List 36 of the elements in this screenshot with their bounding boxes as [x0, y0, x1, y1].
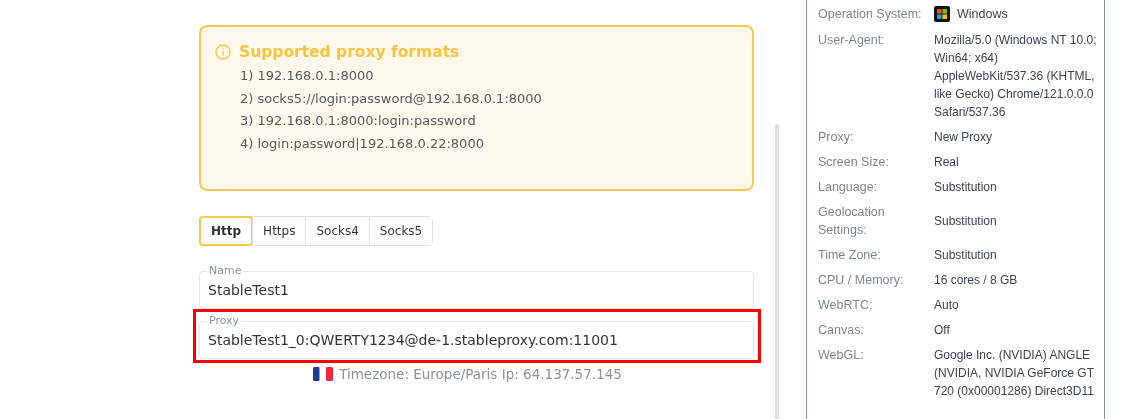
format-example: 1) 192.168.0.1:8000 — [240, 67, 375, 85]
format-example: 2) socks5://login:password@192.168.0.1:8000 — [240, 89, 543, 108]
summary-value: Mozilla/5.0 (Windows NT 10.0; Win64; x64) AppleWebKit/537.36 (KHTML, like Gecko) Chrome/121.0.0.0 Safari/537.36 — [934, 31, 1098, 121]
summary-label: WebRTC: — [818, 296, 874, 314]
summary-value: Auto — [934, 296, 960, 314]
summary-label: User-Agent: — [818, 31, 886, 49]
summary-value: Real — [934, 153, 960, 171]
summary-label: Canvas: — [818, 321, 865, 339]
windows-icon — [934, 6, 950, 23]
summary-value: Google Inc. (NVIDIA) ANGLE (NVIDIA, NVIDIA GeForce GT 720 (0x00001286) Direct3D11 — [934, 346, 1095, 400]
summary-label: Time Zone: — [818, 246, 882, 264]
proxy-info: Timezone: Europe/Paris Ip: 64.137.57.145 — [339, 366, 622, 382]
flag-icon — [313, 367, 334, 381]
summary-value: Windows — [957, 6, 1008, 23]
summary-value: New Proxy — [934, 128, 993, 146]
summary-value: Off — [934, 321, 951, 339]
info-icon — [215, 44, 231, 60]
format-example: 4) login:password|192.168.0.22:8000 — [240, 134, 485, 153]
summary-value: Substitution — [934, 212, 998, 230]
field-label: Proxy — [207, 314, 242, 328]
text-field[interactable]: Proxy StableTest1_0:QWERTY1234@de-1.stableproxy.com:11001 — [199, 314, 754, 359]
summary-value: Substitution — [934, 246, 998, 264]
notice-title: Supported proxy formats — [239, 43, 460, 61]
summary-label: Operation System: — [818, 6, 923, 23]
summary-label: Screen Size: — [818, 153, 890, 171]
summary-value: Substitution — [934, 178, 998, 196]
summary-value: 16 cores / 8 GB — [934, 271, 1019, 289]
protocol-tab[interactable]: Http — [199, 216, 254, 246]
summary-label: WebGL: — [818, 346, 865, 364]
text-field[interactable]: Name StableTest1 — [199, 264, 754, 309]
format-example: 3) 192.168.0.1:8000:login:password — [240, 112, 477, 130]
summary-label: Proxy: — [818, 128, 855, 146]
summary-label: CPU / Memory: — [818, 271, 905, 289]
summary-label: Geolocation Settings: — [818, 203, 886, 239]
protocol-tab[interactable]: Socks5 — [368, 217, 433, 245]
summary-label: Language: — [818, 178, 879, 196]
